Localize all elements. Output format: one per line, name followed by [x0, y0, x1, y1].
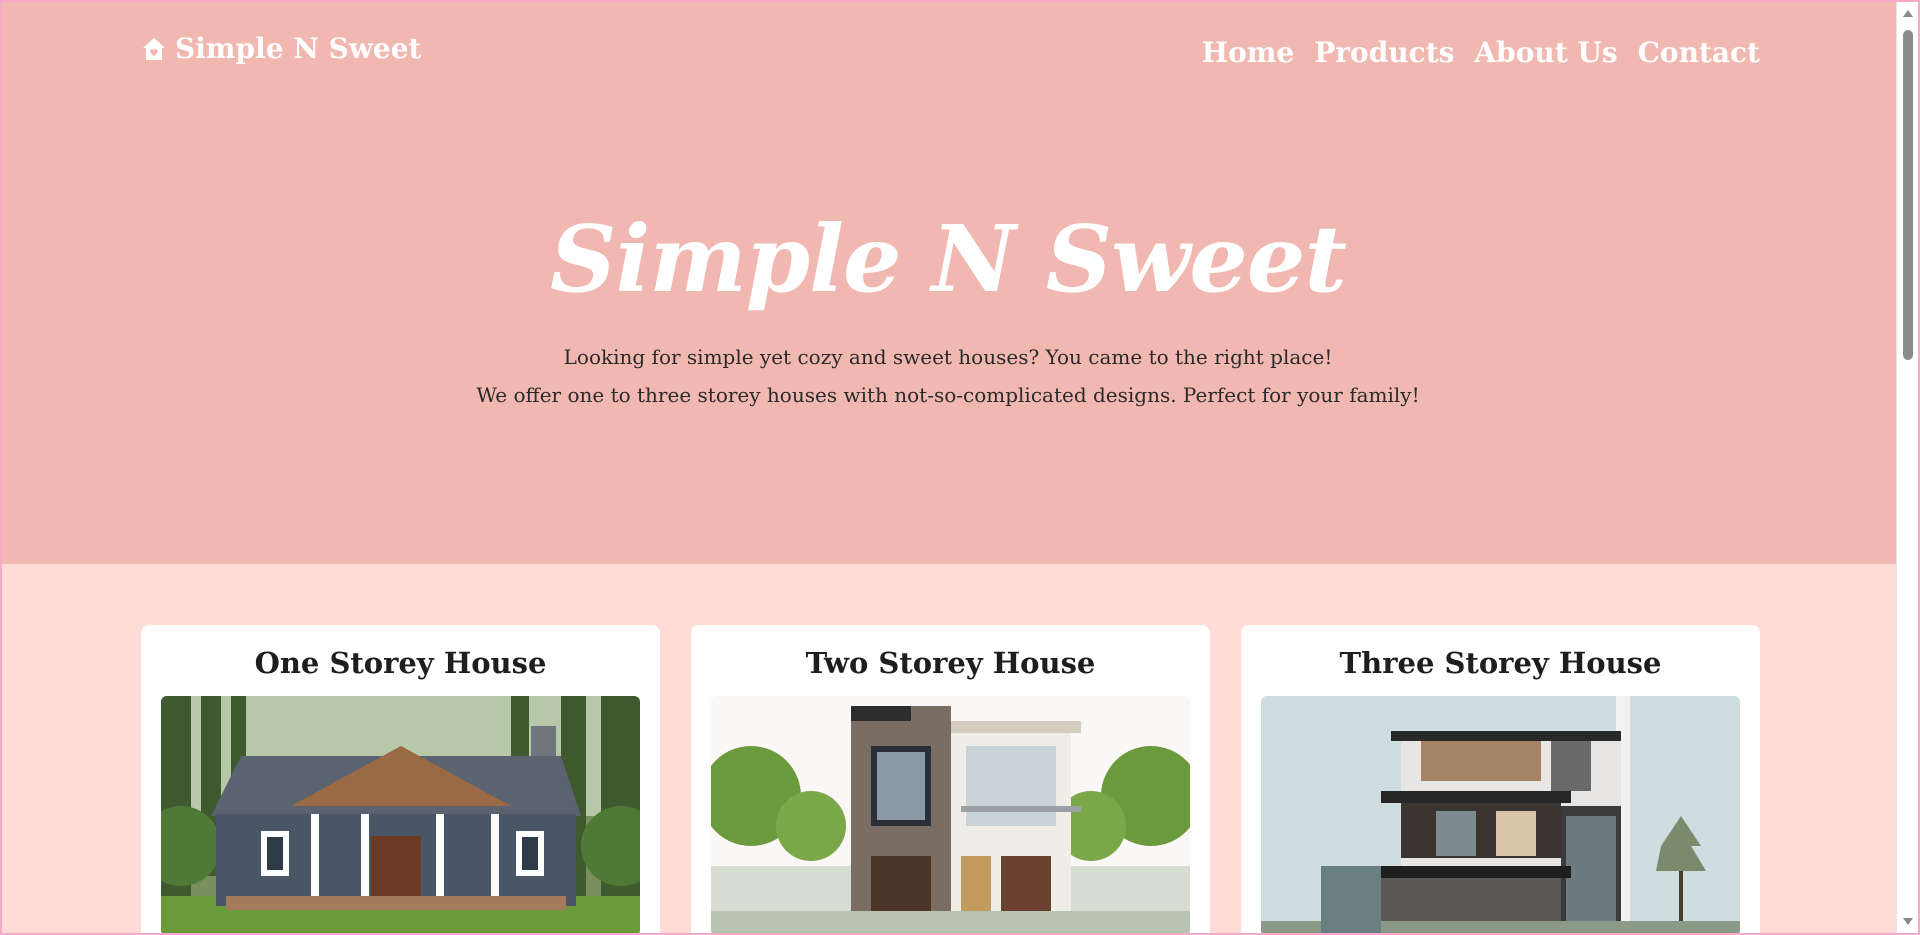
- hero-title: Simple N Sweet: [550, 205, 1347, 313]
- three-storey-house-image: [1261, 696, 1740, 935]
- nav-home[interactable]: Home: [1202, 36, 1295, 69]
- scroll-up-arrow-icon[interactable]: [1903, 10, 1913, 17]
- hero-line-2: We offer one to three storey houses with…: [476, 383, 1420, 407]
- vertical-scrollbar[interactable]: [1896, 2, 1918, 933]
- product-card-two-storey[interactable]: Two Storey House: [691, 625, 1210, 935]
- hero-section: Simple N Sweet Home Products About Us Co…: [0, 0, 1896, 564]
- scrollbar-thumb[interactable]: [1903, 30, 1913, 360]
- hero-subtitle: Looking for simple yet cozy and sweet ho…: [0, 338, 1896, 414]
- product-title: Three Storey House: [1339, 646, 1662, 680]
- product-cards: One Storey House Two Storey House Three …: [141, 625, 1760, 935]
- main-nav: Home Products About Us Contact: [1202, 36, 1760, 69]
- nav-products[interactable]: Products: [1314, 36, 1454, 69]
- product-card-three-storey[interactable]: Three Storey House: [1241, 625, 1760, 935]
- product-title: Two Storey House: [805, 646, 1096, 680]
- product-title: One Storey House: [254, 646, 547, 680]
- nav-about-us[interactable]: About Us: [1474, 36, 1617, 69]
- brand-logo[interactable]: Simple N Sweet: [141, 32, 422, 65]
- hero-line-1: Looking for simple yet cozy and sweet ho…: [563, 345, 1333, 369]
- scroll-down-arrow-icon[interactable]: [1903, 918, 1913, 925]
- product-card-one-storey[interactable]: One Storey House: [141, 625, 660, 935]
- two-storey-house-image: [711, 696, 1190, 935]
- nav-contact[interactable]: Contact: [1638, 36, 1760, 69]
- home-heart-icon: [143, 37, 165, 60]
- one-storey-house-image: [161, 696, 640, 935]
- brand-name: Simple N Sweet: [175, 32, 422, 65]
